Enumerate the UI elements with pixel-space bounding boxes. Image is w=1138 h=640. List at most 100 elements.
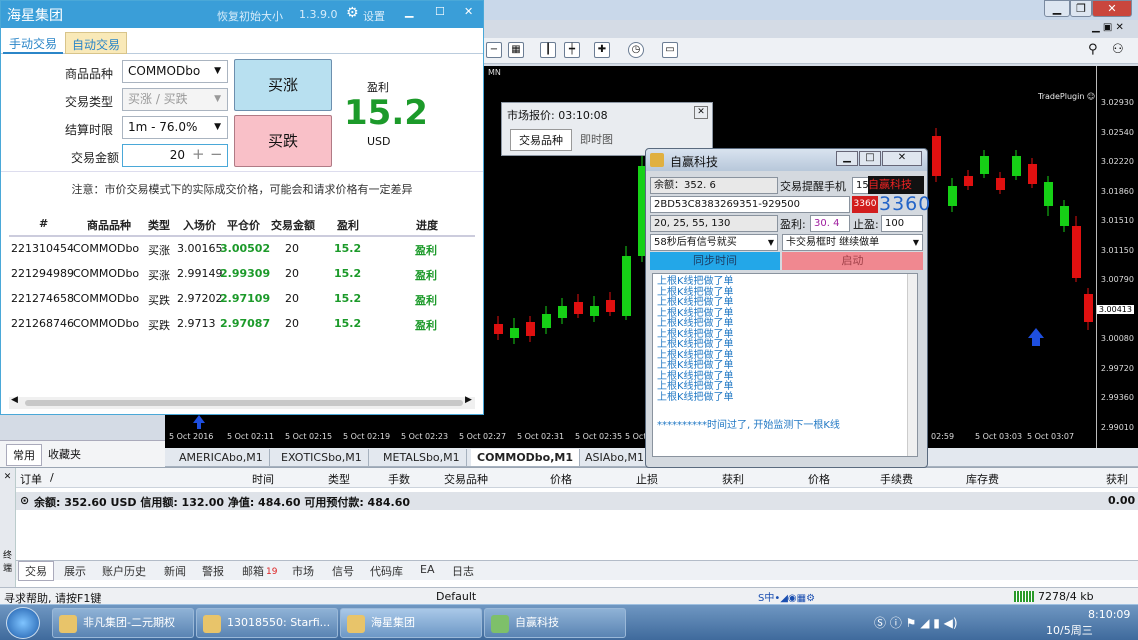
col-price2[interactable]: 价格 [808,471,830,487]
close-icon[interactable]: ✕ [464,5,473,18]
table-row[interactable]: 221294989 COMMODbo 买涨 2.99149 2.99309 20 15.2 盈… [11,264,471,286]
search-icon[interactable]: ⚲ [1088,42,1098,57]
chevron-right-icon[interactable]: ▶ [465,395,472,405]
terminal-header: 订单 / 时间 类型 手数 交易品种 价格 止损 获利 价格 手续费 库存费 获… [16,468,1138,488]
tab-journal[interactable]: 日志 [452,563,474,579]
col-sl[interactable]: 止损 [636,471,658,487]
tab-signals[interactable]: 信号 [332,563,354,579]
sequence-field[interactable]: 20, 25, 55, 130 [650,215,778,232]
tab-symbols[interactable]: 交易品种 [510,129,572,151]
mdi-controls[interactable]: ▁ ▣ ✕ [1092,22,1138,36]
symbol-select[interactable]: COMMODbo ▼ [122,60,228,83]
settings-link[interactable]: 设置 [363,8,385,24]
scrollbar-thumb[interactable] [25,400,463,406]
start-button[interactable]: 启动 [782,252,923,270]
table-row[interactable]: 221268746 COMMODbo 买跌 2.9713 2.97087 20 15.2 盈利 [11,314,471,336]
code-field[interactable]: 2BD53C8383269351-929500 [650,196,850,213]
start-button[interactable] [6,607,40,639]
tab-metalsbo[interactable]: METALSbo,M1 [377,449,467,466]
vertical-scrollbar[interactable] [907,274,917,456]
tab-tick-chart[interactable]: 即时图 [580,131,613,147]
sync-time-button[interactable]: 同步时间 [650,252,780,270]
col-sort[interactable]: / [50,471,54,484]
minimize-icon[interactable]: ▁ [836,151,858,166]
maximize-icon[interactable]: ☐ [435,5,445,18]
bar-chart-icon[interactable]: ┿ [564,42,580,58]
signal-select[interactable]: 58秒后有信号就买 ▼ [650,234,778,251]
tab-trade[interactable]: 交易 [18,561,54,581]
tab-codebase[interactable]: 代码库 [370,563,403,579]
tab-history[interactable]: 账户历史 [102,563,146,579]
price-label: 3.00790 [1100,275,1134,284]
close-icon[interactable]: ✕ [0,472,15,482]
tab-commodbo[interactable]: COMMODbo,M1 [471,449,581,466]
tp-input[interactable]: 100 [881,215,923,232]
tile-icon[interactable]: ▦ [508,42,524,58]
tab-exoticsbo[interactable]: EXOTICSbo,M1 [275,449,369,466]
ime-toolbar-icon[interactable]: S中•◢◉▦⚙ [758,589,815,604]
table-row[interactable]: 221310454 COMMODbo 买涨 3.00165 3.00502 20 15.2 盈… [11,239,471,261]
tab-exposure[interactable]: 展示 [64,563,86,579]
maximize-button[interactable]: ❐ [1070,0,1092,17]
table-row[interactable]: 221274658 COMMODbo 买跌 2.97202 2.97109 20 15.2 盈… [11,289,471,311]
clock-time[interactable]: 8:10:09 [1088,608,1130,621]
tab-americabo[interactable]: AMERICAbo,M1 [173,449,270,466]
tab-news[interactable]: 新闻 [164,563,186,579]
plus-icon[interactable]: + [192,145,205,163]
taskbar-item-ziying[interactable]: 自赢科技 [484,608,626,638]
tab-auto-trade[interactable]: 自动交易 [65,32,128,54]
col-symbol[interactable]: 交易品种 [444,471,488,487]
minimize-button[interactable]: ▁ [1044,0,1070,17]
col-swap[interactable]: 库存费 [966,471,999,487]
col-commission[interactable]: 手续费 [880,471,913,487]
log-area[interactable]: 上根K线把做了单 上根K线把做了单 上根K线把做了单 上根K线把做了单 上根K线把做了单… [652,273,918,457]
cell-profit: 15.2 [334,292,362,305]
maximize-icon[interactable]: □ [859,151,881,166]
cell-type: 买跌 [148,319,170,332]
template-icon[interactable]: ▭ [662,42,678,58]
restore-size-link[interactable]: 恢复初始大小 [217,8,283,24]
col-lots[interactable]: 手数 [388,471,410,487]
community-icon[interactable]: ⚇ [1112,42,1124,57]
tab-asiabo[interactable]: ASIAbo,M1 [579,449,651,466]
period-sep-icon[interactable]: ┃ [540,42,556,58]
tab-alerts[interactable]: 警报 [202,563,224,579]
col-profit[interactable]: 获利 [1106,471,1128,487]
close-icon[interactable]: ✕ [694,106,708,119]
taskbar-item-haixing[interactable]: 海星集团 [340,608,482,638]
settle-select[interactable]: 1m - 76.0% ▼ [122,116,228,139]
taskbar-item-feifan[interactable]: 非凡集团-二元期权 [52,608,194,638]
minus-icon[interactable]: − [210,145,223,163]
taskbar: 非凡集团-二元期权 13018550: Starfi... 海星集团 自赢科技 … [0,604,1138,640]
col-price[interactable]: 价格 [550,471,572,487]
tray-icons[interactable]: Ⓢ ⓘ ⚑ ◢ ▮ ◀) [874,614,958,631]
tab-ea[interactable]: EA [420,563,434,576]
taskbar-item-mt4[interactable]: 13018550: Starfi... [196,608,338,638]
tab-favorites[interactable]: 收藏夹 [48,446,81,462]
buy-down-button[interactable]: 买跌 [234,115,332,167]
col-order[interactable]: 订单 [20,471,42,487]
mt4-toolbar: − ▦ ┃ ┿ ✚ ◷ ▭ ⚲ ⚇ [484,38,1138,64]
clock-icon[interactable]: ◷ [628,42,644,58]
status-profile[interactable]: Default [436,590,476,603]
minimize-icon[interactable]: ▁ [405,5,413,18]
tab-common[interactable]: 常用 [6,444,42,466]
col-type[interactable]: 类型 [328,471,350,487]
clock-date[interactable]: 10/5周三 [1046,622,1093,638]
trade-type-select[interactable]: 买涨 / 买跌 ▼ [122,88,228,111]
horizontal-scrollbar[interactable]: ◀ ▶ [9,395,475,409]
close-button[interactable]: ✕ [1092,0,1132,17]
col-time[interactable]: 时间 [252,471,274,487]
indicator-icon[interactable]: ✚ [594,42,610,58]
zoom-out-icon[interactable]: − [486,42,502,58]
buy-up-button[interactable]: 买涨 [234,59,332,111]
tab-market[interactable]: 市场 [292,563,314,579]
col-tp[interactable]: 获利 [722,471,744,487]
tab-manual-trade[interactable]: 手动交易 [3,32,64,54]
mode-select[interactable]: 卡交易框时 继续做单 ▼ [782,234,923,251]
chevron-left-icon[interactable]: ◀ [11,395,18,405]
gear-icon[interactable]: ⚙ [346,5,359,21]
close-icon[interactable]: ✕ [882,151,922,166]
tab-mailbox[interactable]: 邮箱 [242,563,264,579]
hx-tabs: 手动交易 自动交易 [1,28,483,54]
